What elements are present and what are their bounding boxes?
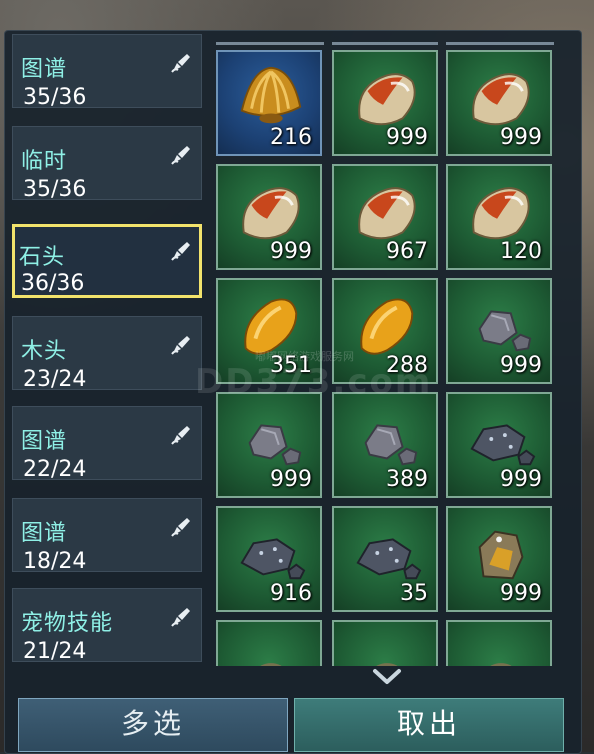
category-tab[interactable]: 图谱 22/24 — [12, 406, 202, 482]
gray-rock-icon — [364, 424, 418, 466]
gray-rock-icon — [478, 310, 532, 352]
watermark: DD373.com — [195, 362, 433, 402]
edit-brush-icon[interactable] — [169, 239, 193, 263]
category-tab[interactable]: 图谱 35/36 — [12, 34, 202, 110]
category-name: 临时 — [21, 149, 68, 174]
item-slot[interactable] — [446, 620, 552, 666]
category-name: 图谱 — [21, 429, 68, 454]
orange-stone-icon — [358, 187, 416, 240]
item-quantity: 916 — [270, 581, 312, 606]
edit-brush-icon[interactable] — [169, 605, 193, 629]
partial-item-icon — [376, 663, 398, 666]
item-slot[interactable]: 999 — [216, 164, 322, 270]
item-quantity: 999 — [500, 125, 542, 150]
orange-stone-icon — [242, 187, 300, 240]
dark-ore-icon — [470, 424, 536, 466]
item-quantity: 999 — [500, 581, 542, 606]
orange-stone-icon — [358, 73, 416, 126]
edit-brush-icon[interactable] — [169, 423, 193, 447]
category-name: 宠物技能 — [21, 611, 114, 636]
item-quantity: 35 — [400, 581, 428, 606]
item-slot[interactable]: 916 — [216, 506, 322, 612]
category-tab[interactable]: 宠物技能 21/24 — [12, 588, 202, 664]
category-name: 图谱 — [21, 57, 68, 82]
scroll-down-icon[interactable] — [372, 668, 402, 686]
partial-item-icon — [490, 663, 512, 666]
edit-brush-icon[interactable] — [169, 51, 193, 75]
item-slot[interactable]: 999 — [446, 50, 552, 156]
item-quantity: 999 — [500, 353, 542, 378]
dark-ore-icon — [240, 538, 306, 580]
category-tab[interactable]: 图谱 18/24 — [12, 498, 202, 574]
gray-rock-icon — [248, 424, 302, 466]
category-name: 石头 — [19, 245, 66, 270]
category-count: 23/24 — [23, 367, 87, 392]
category-count: 35/36 — [23, 85, 87, 110]
item-slot[interactable]: 120 — [446, 164, 552, 270]
category-tab[interactable]: 临时 35/36 — [12, 126, 202, 202]
item-slot[interactable]: 999 — [446, 506, 552, 612]
dark-ore-icon — [356, 538, 422, 580]
item-slot[interactable]: 216 — [216, 50, 322, 156]
item-quantity: 999 — [270, 467, 312, 492]
edit-brush-icon[interactable] — [169, 333, 193, 357]
category-count: 22/24 — [23, 457, 87, 482]
item-slot[interactable]: 999 — [446, 278, 552, 384]
orange-stone-icon — [472, 187, 530, 240]
amber-stone-icon — [360, 298, 414, 355]
category-count: 36/36 — [21, 271, 85, 296]
orange-stone-icon — [472, 73, 530, 126]
item-quantity: 999 — [500, 467, 542, 492]
item-quantity: 216 — [270, 125, 312, 150]
edit-brush-icon[interactable] — [169, 515, 193, 539]
category-count: 18/24 — [23, 549, 87, 574]
item-quantity: 999 — [386, 125, 428, 150]
item-slot[interactable] — [216, 620, 322, 666]
item-slot[interactable]: 967 — [332, 164, 438, 270]
category-tab[interactable]: 木头 23/24 — [12, 316, 202, 392]
item-quantity: 999 — [270, 239, 312, 264]
partial-item-icon — [260, 663, 282, 666]
item-slot[interactable]: 389 — [332, 392, 438, 498]
item-slot[interactable]: 999 — [332, 50, 438, 156]
gold-ore-icon — [478, 530, 524, 580]
take-out-button[interactable]: 取出 — [294, 698, 564, 752]
category-name: 图谱 — [21, 521, 68, 546]
item-slot[interactable] — [332, 620, 438, 666]
category-name: 木头 — [21, 339, 68, 364]
item-quantity: 967 — [386, 239, 428, 264]
item-slot[interactable]: 999 — [216, 392, 322, 498]
category-count: 21/24 — [23, 639, 87, 664]
category-tab[interactable]: 石头 36/36 — [12, 224, 202, 298]
category-count: 35/36 — [23, 177, 87, 202]
multi-select-button[interactable]: 多选 — [18, 698, 288, 752]
edit-brush-icon[interactable] — [169, 143, 193, 167]
item-quantity: 120 — [500, 239, 542, 264]
item-slot[interactable]: 35 — [332, 506, 438, 612]
item-quantity: 389 — [386, 467, 428, 492]
item-slot[interactable]: 999 — [446, 392, 552, 498]
golden-shell-icon — [240, 66, 302, 124]
